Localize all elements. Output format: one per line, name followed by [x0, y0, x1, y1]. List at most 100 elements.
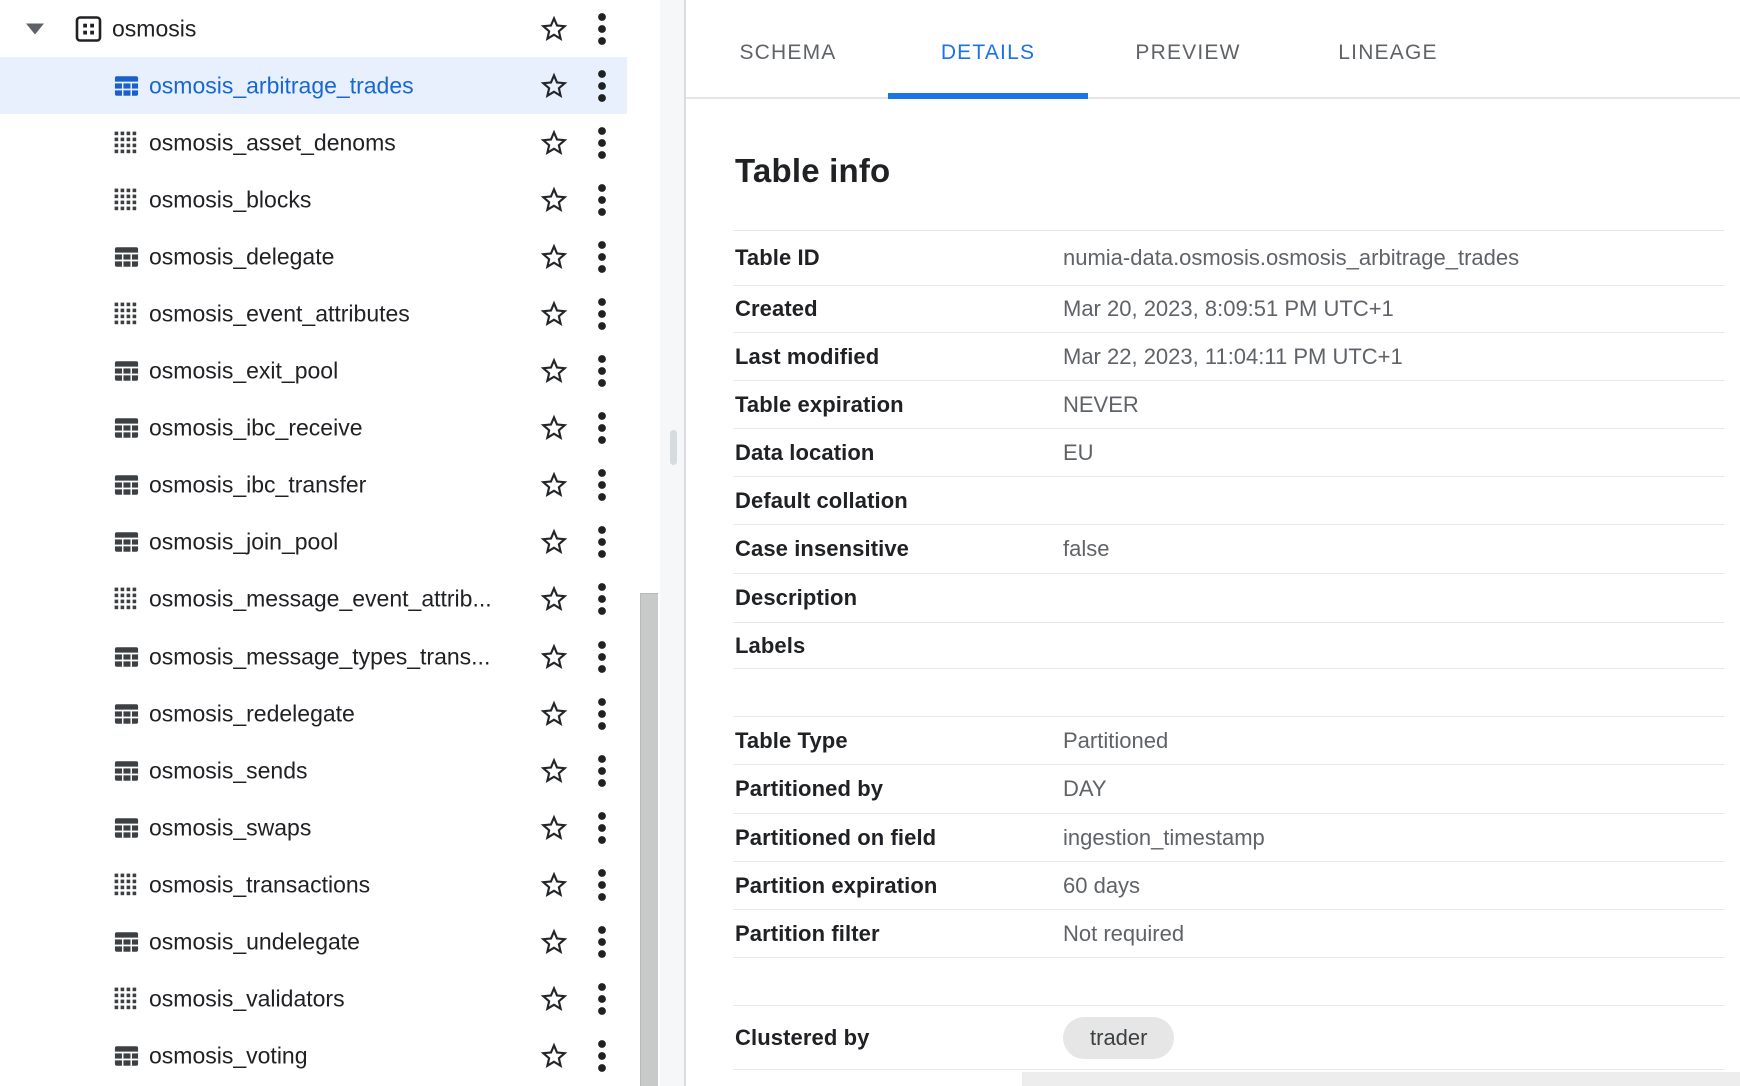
table-icon: [114, 759, 139, 782]
more-vert-icon[interactable]: [596, 582, 608, 616]
star-outline-icon[interactable]: [538, 812, 570, 844]
sidebar-item-osmosis-swaps[interactable]: osmosis_swaps: [0, 799, 660, 856]
tab-details[interactable]: DETAILS: [888, 0, 1088, 97]
more-vert-icon[interactable]: [596, 811, 608, 845]
more-vert-icon[interactable]: [596, 183, 608, 217]
info-row-label: Default collation: [733, 488, 1063, 514]
info-row-label: Partitioned on field: [733, 825, 1063, 851]
table-info-row: Last modified Mar 22, 2023, 11:04:11 PM …: [733, 332, 1724, 380]
sidebar-item-osmosis-exit-pool[interactable]: osmosis_exit_pool: [0, 342, 660, 399]
sidebar-item-osmosis-message-types-trans-[interactable]: osmosis_message_types_trans...: [0, 628, 660, 685]
sidebar-item-label: osmosis_arbitrage_trades: [149, 72, 414, 99]
more-vert-icon[interactable]: [596, 411, 608, 445]
info-row-label: Labels: [733, 633, 1063, 659]
sidebar-item-osmosis-sends[interactable]: osmosis_sends: [0, 742, 660, 799]
info-row-value: DAY: [1063, 776, 1107, 802]
dataset-label: osmosis: [112, 15, 196, 42]
bottom-partial-row: [1022, 1072, 1740, 1086]
star-outline-icon[interactable]: [538, 241, 570, 273]
table-info-row: Partition expiration 60 days: [733, 861, 1724, 909]
cluster-field-chip: trader: [1063, 1017, 1174, 1059]
more-vert-icon[interactable]: [596, 868, 608, 902]
sidebar-item-osmosis-voting[interactable]: osmosis_voting: [0, 1027, 660, 1084]
more-vert-icon[interactable]: [596, 69, 608, 103]
more-vert-icon[interactable]: [596, 754, 608, 788]
star-outline-icon[interactable]: [538, 698, 570, 730]
star-outline-icon[interactable]: [538, 298, 570, 330]
star-outline-icon[interactable]: [538, 70, 570, 102]
tab-schema[interactable]: SCHEMA: [688, 0, 888, 97]
more-vert-icon[interactable]: [596, 297, 608, 331]
sidebar-item-label: osmosis_redelegate: [149, 700, 355, 727]
more-vert-icon[interactable]: [596, 126, 608, 160]
sidebar-item-osmosis-join-pool[interactable]: osmosis_join_pool: [0, 513, 660, 570]
more-vert-icon[interactable]: [596, 1039, 608, 1073]
view-icon: [114, 987, 138, 1011]
info-row-label: Clustered by: [733, 1025, 1063, 1051]
tab-bar: SCHEMA DETAILS PREVIEW LINEAGE: [686, 0, 1740, 99]
star-outline-icon[interactable]: [538, 412, 570, 444]
more-vert-icon[interactable]: [596, 12, 608, 46]
star-outline-icon[interactable]: [538, 184, 570, 216]
sidebar-item-osmosis-message-event-attrib-[interactable]: osmosis_message_event_attrib...: [0, 570, 660, 627]
view-icon: [114, 587, 138, 611]
info-row-label: Partitioned by: [733, 776, 1063, 802]
star-outline-icon[interactable]: [538, 926, 570, 958]
more-vert-icon[interactable]: [596, 925, 608, 959]
sidebar-item-osmosis-blocks[interactable]: osmosis_blocks: [0, 171, 660, 228]
star-outline-icon[interactable]: [538, 583, 570, 615]
info-row-value: 60 days: [1063, 873, 1140, 899]
table-icon: [114, 245, 139, 268]
table-info-row: Default collation: [733, 476, 1724, 524]
sidebar-item-osmosis-event-attributes[interactable]: osmosis_event_attributes: [0, 285, 660, 342]
sidebar-item-osmosis-asset-denoms[interactable]: osmosis_asset_denoms: [0, 114, 660, 171]
star-outline-icon[interactable]: [538, 983, 570, 1015]
sidebar-item-label: osmosis_event_attributes: [149, 300, 410, 327]
sidebar-item-osmosis-ibc-transfer[interactable]: osmosis_ibc_transfer: [0, 456, 660, 513]
sidebar-item-dataset-osmosis[interactable]: osmosis: [0, 0, 660, 57]
tab-label: DETAILS: [941, 41, 1035, 65]
info-row-label: Created: [733, 296, 1063, 322]
table-info-row: Table expiration NEVER: [733, 380, 1724, 428]
star-outline-icon[interactable]: [538, 355, 570, 387]
table-info-row: Partition filter Not required: [733, 909, 1724, 958]
sidebar-scrollbar-thumb[interactable]: [640, 593, 658, 1086]
sidebar-item-label: osmosis_swaps: [149, 814, 311, 841]
more-vert-icon[interactable]: [596, 468, 608, 502]
sidebar-item-label: osmosis_transactions: [149, 871, 370, 898]
info-row-label: Table ID: [733, 245, 1063, 271]
sidebar-item-osmosis-redelegate[interactable]: osmosis_redelegate: [0, 685, 660, 742]
sidebar-item-osmosis-delegate[interactable]: osmosis_delegate: [0, 228, 660, 285]
more-vert-icon[interactable]: [596, 525, 608, 559]
sidebar-item-osmosis-arbitrage-trades[interactable]: osmosis_arbitrage_trades: [0, 57, 660, 114]
sidebar-item-osmosis-transactions[interactable]: osmosis_transactions: [0, 856, 660, 913]
table-icon: [114, 702, 139, 725]
tab-preview[interactable]: PREVIEW: [1088, 0, 1288, 97]
tab-lineage[interactable]: LINEAGE: [1288, 0, 1488, 97]
more-vert-icon[interactable]: [596, 640, 608, 674]
more-vert-icon[interactable]: [596, 697, 608, 731]
star-outline-icon[interactable]: [538, 526, 570, 558]
info-row-label: Description: [733, 585, 1063, 611]
star-outline-icon[interactable]: [538, 641, 570, 673]
chevron-expanded-icon[interactable]: [26, 23, 44, 34]
sidebar-item-osmosis-undelegate[interactable]: osmosis_undelegate: [0, 913, 660, 970]
star-outline-icon[interactable]: [538, 869, 570, 901]
sidebar-item-osmosis-validators[interactable]: osmosis_validators: [0, 970, 660, 1027]
info-row-value: ingestion_timestamp: [1063, 825, 1265, 851]
more-vert-icon[interactable]: [596, 240, 608, 274]
more-vert-icon[interactable]: [596, 982, 608, 1016]
sidebar-item-osmosis-ibc-receive[interactable]: osmosis_ibc_receive: [0, 399, 660, 456]
table-icon: [114, 930, 139, 953]
star-outline-icon[interactable]: [538, 13, 570, 45]
star-outline-icon[interactable]: [538, 469, 570, 501]
info-row-label: Partition filter: [733, 921, 1063, 947]
star-outline-icon[interactable]: [538, 127, 570, 159]
panel-scrollbar-thumb[interactable]: [670, 430, 677, 465]
sidebar-item-label: osmosis_message_event_attrib...: [149, 585, 492, 612]
star-outline-icon[interactable]: [538, 755, 570, 787]
more-vert-icon[interactable]: [596, 354, 608, 388]
tab-label: LINEAGE: [1338, 41, 1437, 65]
sidebar-item-label: osmosis_message_types_trans...: [149, 643, 490, 670]
star-outline-icon[interactable]: [538, 1040, 570, 1072]
